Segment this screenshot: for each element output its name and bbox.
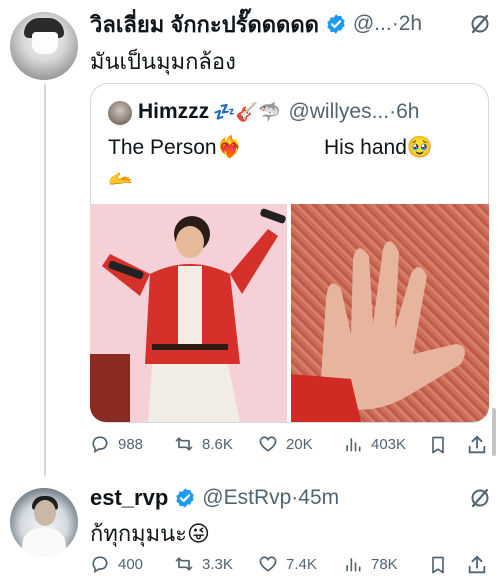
hand-illustration <box>291 204 489 422</box>
author-name[interactable]: วิลเลี่ยม จักกะปรั๊ดดดดด <box>90 7 319 42</box>
repost-count: 3.3K <box>202 555 233 573</box>
tweet-time[interactable]: ·45m <box>291 486 339 510</box>
reply-icon <box>92 556 108 573</box>
repost-button[interactable]: 3.3K <box>174 554 233 574</box>
quoted-author-handle[interactable]: @willyes... <box>288 100 389 124</box>
reply-count: 400 <box>118 555 144 573</box>
avatar-face <box>34 500 56 526</box>
reply-icon <box>92 436 108 453</box>
verified-badge-icon <box>327 14 345 34</box>
quoted-name-emojis: 💤🎸🦈 <box>213 101 281 122</box>
views-count: 403K <box>371 435 407 453</box>
quoted-text-left-2: 🫴 <box>108 168 133 190</box>
tweet-header: est_rvp @EstRvp ·45m <box>90 484 339 512</box>
reply-button[interactable]: 988 <box>90 434 143 454</box>
avatar-mask <box>32 32 58 54</box>
bookmark-icon[interactable] <box>428 554 448 576</box>
quoted-text-left: The Person❤️‍🔥 <box>108 136 243 159</box>
heart-icon <box>259 436 277 452</box>
author-name[interactable]: est_rvp <box>90 485 168 511</box>
like-count: 20K <box>286 435 313 453</box>
quoted-text-right: His hand🥹 <box>324 136 434 159</box>
verified-badge-icon <box>176 488 194 508</box>
quoted-avatar[interactable] <box>108 101 132 125</box>
author-handle[interactable]: @EstRvp <box>202 486 291 510</box>
like-button[interactable]: 7.4K <box>258 554 317 574</box>
like-count: 7.4K <box>286 555 317 573</box>
tweet-text: มันเป็นมุมกล้อง <box>90 49 236 74</box>
share-icon[interactable] <box>466 434 488 456</box>
repost-icon <box>175 557 193 571</box>
grok-slash-icon[interactable] <box>468 486 492 510</box>
tweet-header: วิลเลี่ยม จักกะปรั๊ดดดดด @... ·2h <box>90 10 422 38</box>
grok-slash-icon[interactable] <box>468 12 492 36</box>
quoted-header: Himzzz 💤🎸🦈 @willyes... ·6h <box>138 99 419 125</box>
repost-count: 8.6K <box>202 435 233 453</box>
scrollbar[interactable] <box>492 408 496 456</box>
views-bar-chart-icon <box>346 558 361 572</box>
person-illustration <box>90 204 287 422</box>
avatar[interactable] <box>10 12 78 80</box>
bookmark-icon[interactable] <box>428 434 448 456</box>
views-count: 78K <box>371 555 398 573</box>
tweet-text: ก้ทุกมุมนะ😜 <box>90 521 210 546</box>
tweet-time[interactable]: ·2h <box>392 12 422 36</box>
thread-connector <box>44 84 46 476</box>
avatar[interactable] <box>10 488 78 556</box>
repost-button[interactable]: 8.6K <box>174 434 233 454</box>
views-button[interactable]: 403K <box>343 434 406 454</box>
views-button[interactable]: 78K <box>343 554 398 574</box>
heart-icon <box>259 556 277 572</box>
avatar-shirt <box>22 528 66 556</box>
media-image-hand[interactable] <box>291 204 489 422</box>
quoted-author-name[interactable]: Himzzz <box>138 100 209 124</box>
like-button[interactable]: 20K <box>258 434 313 454</box>
reply-count: 988 <box>118 435 144 453</box>
views-bar-chart-icon <box>346 438 361 452</box>
quoted-tweet-time[interactable]: ·6h <box>389 100 419 124</box>
media-image-person[interactable] <box>90 204 287 422</box>
author-handle[interactable]: @... <box>353 12 392 36</box>
reply-button[interactable]: 400 <box>90 554 143 574</box>
share-icon[interactable] <box>466 554 488 576</box>
repost-icon <box>175 437 193 451</box>
